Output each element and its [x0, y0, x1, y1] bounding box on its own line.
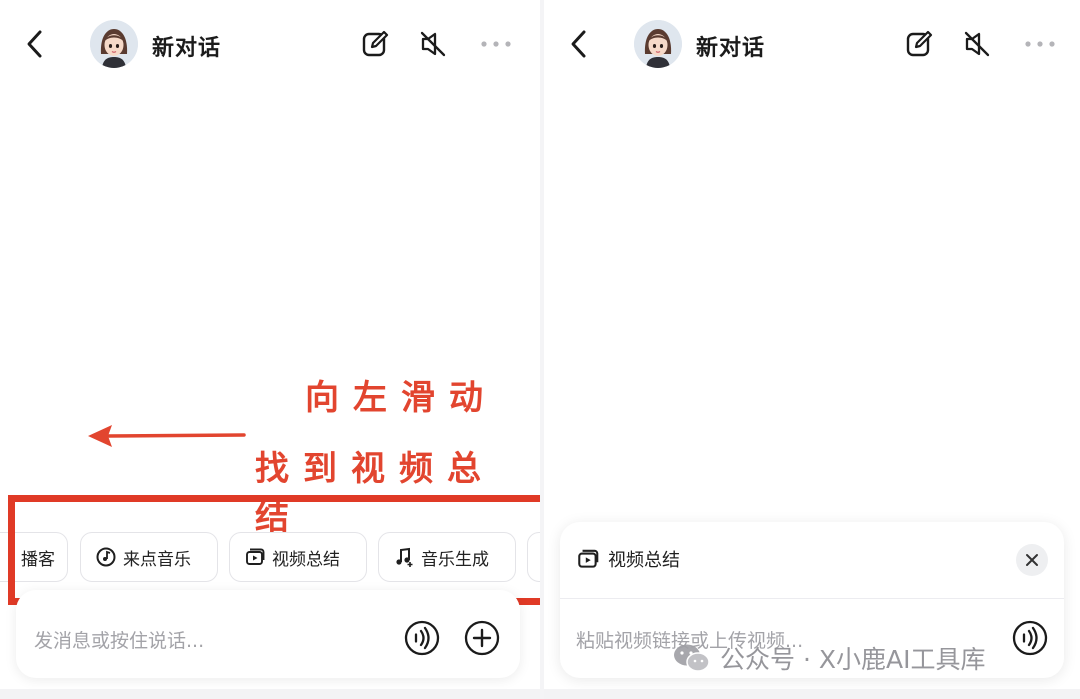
chat-title: 新对话	[696, 36, 766, 61]
mute-icon[interactable]	[962, 29, 992, 59]
more-icon[interactable]	[1022, 29, 1058, 59]
video-summary-icon	[578, 549, 599, 568]
more-icon[interactable]	[478, 29, 514, 59]
chat-header: 新对话	[544, 0, 1080, 88]
wechat-icon	[674, 644, 710, 672]
edit-icon[interactable]	[904, 29, 934, 59]
card-divider	[560, 598, 1064, 599]
chat-title: 新对话	[152, 36, 222, 61]
back-icon[interactable]	[22, 28, 48, 60]
back-icon[interactable]	[566, 28, 592, 60]
voice-call-icon[interactable]	[404, 620, 440, 656]
avatar[interactable]	[90, 20, 138, 68]
message-input-card: 发消息或按住说话...	[16, 590, 520, 678]
bottom-bar	[0, 689, 540, 699]
video-summary-header: 视频总结	[576, 546, 680, 572]
edit-icon[interactable]	[360, 29, 390, 59]
chat-header: 新对话	[0, 0, 540, 88]
right-screen: 新对话 视频总结 粘贴视频链接或上传视频...	[544, 0, 1080, 699]
avatar[interactable]	[634, 20, 682, 68]
close-icon	[1026, 554, 1038, 566]
mute-icon[interactable]	[418, 29, 448, 59]
message-input[interactable]: 发消息或按住说话...	[34, 626, 204, 653]
voice-call-icon[interactable]	[1012, 620, 1048, 656]
plus-icon[interactable]	[464, 620, 500, 656]
annotation-swipe-left: 向左滑动	[305, 378, 497, 418]
watermark: 公众号 · X小鹿AI工具库	[672, 640, 985, 676]
video-summary-title: 视频总结	[608, 550, 680, 571]
highlight-box	[8, 495, 540, 605]
left-screen: 新对话 向左滑动 找到视频总结 播客 来点音乐 视频总结 音乐生成 发消息或按住…	[0, 0, 540, 699]
close-button[interactable]	[1016, 544, 1048, 576]
bottom-bar	[544, 689, 1080, 699]
watermark-text: 公众号 · X小鹿AI工具库	[720, 645, 986, 674]
left-arrow-icon	[88, 425, 246, 447]
